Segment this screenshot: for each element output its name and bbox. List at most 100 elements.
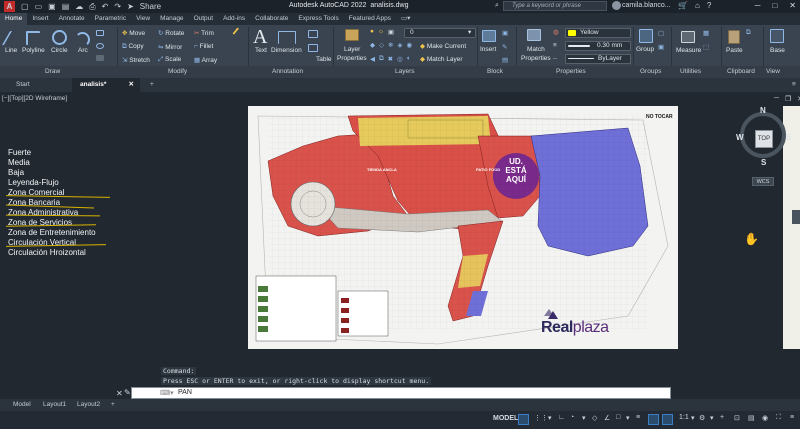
text-icon[interactable]: A: [253, 26, 267, 49]
utilities-group-label[interactable]: Utilities: [680, 68, 701, 75]
measure-icon[interactable]: [681, 31, 695, 43]
fillet-button[interactable]: ⌐ Fillet: [194, 43, 213, 50]
close-tab-icon[interactable]: ✕: [129, 78, 134, 92]
scale-menu-icon[interactable]: ▾: [691, 414, 695, 422]
dynamic-input-icon[interactable]: ▾: [548, 414, 552, 422]
ungroup-icon[interactable]: ▢: [658, 29, 664, 37]
layer-properties-label-1[interactable]: Layer: [344, 46, 360, 53]
ribbon-tab-home[interactable]: Home: [0, 13, 28, 25]
view-group-label[interactable]: View: [766, 68, 780, 75]
cart-icon[interactable]: 🛒: [678, 1, 688, 10]
arc-button[interactable]: Arc: [78, 47, 88, 54]
compass-south[interactable]: S: [761, 158, 766, 167]
close-icon[interactable]: ✕: [789, 1, 796, 10]
modify-group-label[interactable]: Modify: [168, 68, 187, 75]
print-icon[interactable]: ⎙: [89, 2, 95, 12]
compass-east[interactable]: E: [786, 133, 791, 142]
dimension-button[interactable]: Dimension: [271, 47, 302, 54]
close-cmd-icon[interactable]: ✕: [116, 389, 123, 398]
ribbon-toggle-icon[interactable]: ▭▾: [396, 13, 415, 25]
attribute-icon[interactable]: ▤: [502, 56, 508, 64]
layer-dropdown[interactable]: [404, 28, 476, 38]
quick-calc-icon[interactable]: ▦: [703, 29, 709, 37]
undo-icon[interactable]: ↶: [102, 2, 109, 11]
tab-menu-icon[interactable]: ≡: [784, 78, 796, 92]
group-edit-icon[interactable]: ▣: [658, 43, 664, 51]
model-space-button[interactable]: MODEL: [493, 415, 518, 422]
a360-icon[interactable]: ⌂: [695, 1, 700, 10]
layer-lock-icon[interactable]: ◈: [397, 41, 402, 49]
selection-cycling-icon[interactable]: [662, 414, 673, 425]
rectangle-icon[interactable]: [96, 30, 104, 36]
layer-iso-icon[interactable]: ◆: [370, 41, 375, 49]
chevron-down-icon[interactable]: ▾: [468, 28, 471, 36]
paste-icon[interactable]: [728, 30, 740, 44]
base-button[interactable]: Base: [770, 47, 785, 54]
measure-button[interactable]: Measure: [676, 47, 701, 54]
base-view-icon[interactable]: [770, 29, 784, 43]
help-icon[interactable]: ?: [707, 1, 711, 10]
minimize-icon[interactable]: ─: [755, 1, 761, 10]
rotate-button[interactable]: ↻ Rotate: [158, 29, 184, 37]
ribbon-tab-add-ins[interactable]: Add-ins: [218, 13, 250, 25]
osnap-menu-icon[interactable]: ▾: [626, 414, 630, 422]
groups-group-label[interactable]: Groups: [640, 68, 661, 75]
layer-off-icon[interactable]: ◇: [379, 41, 384, 49]
lightbulb-icon[interactable]: ●: [370, 28, 374, 36]
polyline-icon[interactable]: [26, 31, 40, 45]
ellipse-icon[interactable]: [96, 43, 104, 49]
file-tab-start[interactable]: Start: [8, 78, 70, 92]
sun-icon[interactable]: ☼: [378, 28, 384, 36]
ribbon-tab-collaborate[interactable]: Collaborate: [250, 13, 293, 25]
ribbon-tab-manage[interactable]: Manage: [155, 13, 189, 25]
compass-north[interactable]: N: [760, 106, 766, 115]
lineweight-toggle-icon[interactable]: ≡: [636, 414, 640, 421]
layout-tab-model[interactable]: Model: [8, 399, 36, 411]
grid-toggle-icon[interactable]: [518, 414, 529, 425]
layer-match-small-icon[interactable]: ◐: [407, 55, 411, 63]
maximize-icon[interactable]: □: [772, 1, 777, 10]
user-avatar[interactable]: [612, 1, 621, 10]
osnap-icon[interactable]: □: [616, 414, 620, 421]
search-input[interactable]: Type a keyword or phrase: [503, 1, 607, 11]
array-button[interactable]: ▦ Array: [194, 56, 217, 64]
cloud-icon[interactable]: ☁: [75, 2, 83, 11]
fullscreen-icon[interactable]: ⛶: [776, 414, 781, 422]
share-icon[interactable]: ➤: [127, 2, 134, 11]
polar-icon[interactable]: ◔: [570, 414, 574, 421]
make-current-button[interactable]: ◆ Make Current: [420, 42, 466, 50]
layout-tab-layout1[interactable]: Layout1: [38, 399, 71, 411]
stretch-button[interactable]: ⇲ Stretch: [122, 56, 150, 64]
plus-icon[interactable]: +: [720, 414, 724, 421]
color-wheel-icon[interactable]: ◍: [553, 28, 559, 36]
create-block-icon[interactable]: ▣: [502, 29, 508, 37]
ribbon-tab-annotate[interactable]: Annotate: [54, 13, 90, 25]
command-line-input[interactable]: ✕ ✎ ⌨▾ PAN: [116, 387, 671, 399]
clipboard-group-label[interactable]: Clipboard: [727, 68, 755, 75]
user-name[interactable]: camila.blanco...: [622, 2, 671, 9]
ribbon-tab-output[interactable]: Output: [189, 13, 219, 25]
layer-delete-icon[interactable]: ✖: [388, 55, 393, 63]
arc-icon[interactable]: [75, 32, 90, 47]
polar-menu-icon[interactable]: ▾: [582, 414, 586, 422]
layout-tab-layout2[interactable]: Layout2: [72, 399, 105, 411]
lock-icon[interactable]: ▣: [388, 28, 394, 36]
group-icon[interactable]: [639, 29, 653, 43]
copy-clip-icon[interactable]: ⧉: [746, 29, 751, 37]
line-icon[interactable]: [1, 31, 23, 45]
edit-block-icon[interactable]: ✎: [502, 43, 507, 51]
ortho-icon[interactable]: ∟: [558, 414, 565, 421]
insert-block-icon[interactable]: [482, 30, 496, 42]
draw-group-label[interactable]: Draw: [45, 68, 60, 75]
ribbon-tab-express-tools[interactable]: Express Tools: [293, 13, 343, 25]
hatch-icon[interactable]: [96, 55, 104, 61]
quick-properties-icon[interactable]: ▤: [748, 414, 755, 422]
viewcube-top[interactable]: TOP: [755, 130, 773, 148]
table-button[interactable]: Table: [316, 56, 332, 63]
mirror-button[interactable]: ⇋ Mirror: [158, 43, 182, 51]
layer-merge-icon[interactable]: ⧉: [379, 55, 384, 63]
viewport-controls[interactable]: [−][Top][2D Wireframe]: [2, 95, 67, 102]
units-icon[interactable]: ⊡: [734, 414, 740, 422]
layer-freeze-icon[interactable]: ❄: [388, 41, 393, 49]
table-icon[interactable]: [308, 44, 318, 52]
